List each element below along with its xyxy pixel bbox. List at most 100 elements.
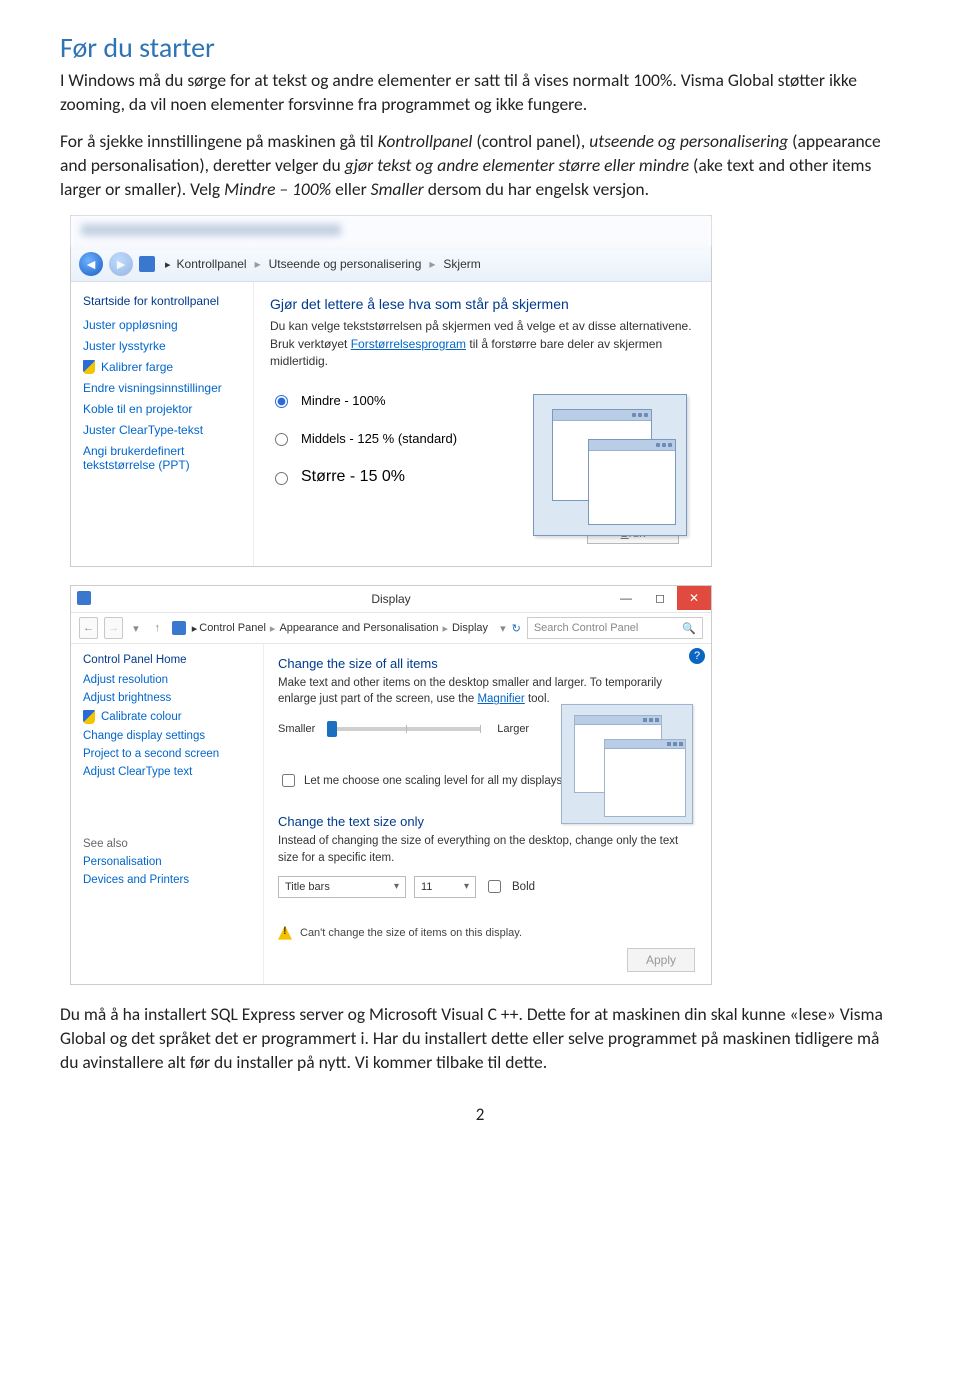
desc-a: Make text and other items on the desktop…: [278, 677, 662, 705]
bold-checkbox[interactable]: [488, 880, 501, 893]
forward-button[interactable]: ►: [109, 252, 133, 276]
see-also-item[interactable]: Personalisation: [83, 856, 253, 868]
radio-smaller[interactable]: [275, 395, 288, 408]
sidebar-item-label: Koble til en projektor: [83, 402, 192, 416]
minimize-button[interactable]: ―: [609, 586, 643, 610]
recent-dropdown-icon[interactable]: ▾: [133, 622, 139, 635]
forward-button[interactable]: →: [104, 617, 123, 639]
panel-title: Gjør det lettere å lese hva som står på …: [270, 296, 697, 312]
sidebar-item[interactable]: Change display settings: [83, 730, 253, 742]
crumb-1[interactable]: Kontrollpanel: [177, 257, 247, 271]
crumb-3[interactable]: Skjerm: [443, 257, 480, 271]
shield-icon: [83, 360, 95, 374]
address-bar: ◄ ► ▸ Kontrollpanel ▸ Utseende og person…: [71, 247, 711, 282]
p2-i5: Smaller: [371, 178, 424, 200]
sidebar-item-label: Kalibrer farge: [101, 360, 173, 374]
sidebar-item[interactable]: Koble til en projektor: [83, 402, 243, 416]
sidebar-item-label: Calibrate colour: [101, 711, 182, 723]
sidebar-item-label: Adjust ClearType text: [83, 766, 192, 778]
crumb-2[interactable]: Appearance and Personalisation: [279, 622, 438, 634]
magnifier-link[interactable]: Forstørrelsesprogram: [351, 337, 466, 351]
doc-para-3: Du må å ha installert SQL Express server…: [60, 1003, 900, 1074]
screenshot-display-en: Display ― ◻ ✕ ← → ▾ ↑ ▸ Control Panel ▸ …: [70, 585, 712, 985]
search-input[interactable]: Search Control Panel 🔍: [527, 617, 703, 639]
sidebar-item[interactable]: Calibrate colour: [83, 710, 253, 724]
sidebar-item[interactable]: Adjust resolution: [83, 674, 253, 686]
sidebar-head[interactable]: Control Panel Home: [83, 654, 253, 666]
control-panel-icon: [172, 621, 186, 635]
maximize-button[interactable]: ◻: [643, 586, 677, 610]
warning-icon: [278, 926, 292, 940]
radio-medium-label: Middels - 125 % (standard): [301, 431, 457, 446]
preview-box: [561, 704, 693, 824]
slider-label-large: Larger: [497, 723, 529, 735]
sidebar-item-label: Endre visningsinnstillinger: [83, 381, 222, 395]
see-also-item[interactable]: Devices and Printers: [83, 874, 253, 886]
close-button[interactable]: ✕: [677, 586, 711, 610]
back-button[interactable]: ←: [79, 617, 98, 639]
sidebar-item[interactable]: Juster oppløsning: [83, 318, 243, 332]
blurred-titlebar: [71, 216, 711, 247]
item-select[interactable]: Title bars: [278, 876, 406, 898]
sidebar-item-label: Adjust brightness: [83, 692, 171, 704]
per-display-checkbox[interactable]: [282, 774, 295, 787]
up-button[interactable]: ↑: [149, 618, 166, 638]
sidebar-item-label: Change display settings: [83, 730, 205, 742]
radio-medium[interactable]: [275, 433, 288, 446]
main-panel: ? Change the size of all items Make text…: [264, 644, 711, 984]
radio-smaller-label: Mindre - 100%: [301, 393, 386, 408]
section-desc-2: Instead of changing the size of everythi…: [278, 833, 697, 865]
sidebar-item[interactable]: Adjust brightness: [83, 692, 253, 704]
crumb-3[interactable]: Display: [452, 622, 488, 634]
magnifier-link[interactable]: Magnifier: [477, 693, 524, 705]
crumb-2[interactable]: Utseende og personalisering: [269, 257, 422, 271]
address-bar: ← → ▾ ↑ ▸ Control Panel ▸ Appearance and…: [71, 613, 711, 644]
size-select[interactable]: 11: [414, 876, 476, 898]
sidebar-item[interactable]: Kalibrer farge: [83, 360, 243, 374]
main-panel: Gjør det lettere å lese hva som står på …: [254, 282, 711, 566]
sidebar: Startside for kontrollpanel Juster opplø…: [71, 282, 254, 566]
see-also-label: See also: [83, 838, 253, 850]
refresh-icon[interactable]: ↻: [512, 622, 521, 635]
p2-i2: utseende og personalisering: [589, 130, 788, 152]
sidebar-head[interactable]: Startside for kontrollpanel: [83, 294, 243, 308]
p2-i4: Mindre – 100%: [224, 178, 331, 200]
sidebar-item[interactable]: Juster ClearType-tekst: [83, 423, 243, 437]
sidebar-item[interactable]: Project to a second screen: [83, 748, 253, 760]
back-button[interactable]: ◄: [79, 252, 103, 276]
sidebar-item-label: Devices and Printers: [83, 874, 189, 886]
sidebar-item[interactable]: Juster lysstyrke: [83, 339, 243, 353]
p2-e: eller: [331, 178, 370, 200]
sidebar-item-label: Adjust resolution: [83, 674, 168, 686]
control-panel-icon: [77, 591, 91, 605]
bold-label: Bold: [512, 881, 535, 893]
doc-para-2: For å sjekke innstillingene på maskinen …: [60, 130, 900, 201]
per-display-label: Let me choose one scaling level for all …: [304, 775, 562, 787]
sidebar-item[interactable]: Adjust ClearType text: [83, 766, 253, 778]
sidebar-item-label: Project to a second screen: [83, 748, 219, 760]
apply-button[interactable]: Apply: [627, 948, 695, 972]
window-title: Display: [371, 592, 410, 606]
desc-b: tool.: [525, 693, 550, 705]
sidebar-item[interactable]: Endre visningsinnstillinger: [83, 381, 243, 395]
p2-f: dersom du har engelsk versjon.: [424, 178, 649, 200]
window-titlebar: Display ― ◻ ✕: [71, 586, 711, 613]
crumb-1[interactable]: Control Panel: [199, 622, 266, 634]
sidebar-item-label: Juster oppløsning: [83, 318, 178, 332]
sidebar-item[interactable]: Angi brukerdefinert tekststørrelse (PPT): [83, 444, 243, 472]
search-icon: 🔍: [682, 622, 696, 635]
panel-desc: Du kan velge tekststørrelsen på skjermen…: [270, 318, 697, 370]
section-desc-1: Make text and other items on the desktop…: [278, 675, 697, 707]
screenshot-skjerm-no: ◄ ► ▸ Kontrollpanel ▸ Utseende og person…: [70, 215, 712, 567]
scale-slider[interactable]: [331, 727, 481, 731]
sidebar-item-label: Juster lysstyrke: [83, 339, 166, 353]
section-title-1: Change the size of all items: [278, 656, 697, 671]
shield-icon: [83, 710, 95, 724]
warning-text: Can't change the size of items on this d…: [300, 927, 522, 939]
slider-thumb[interactable]: [327, 721, 337, 737]
help-icon[interactable]: ?: [689, 648, 705, 664]
page-number: 2: [60, 1104, 900, 1125]
radio-larger[interactable]: [275, 472, 288, 485]
sidebar-item-label: Angi brukerdefinert tekststørrelse (PPT): [83, 444, 243, 472]
p2-i1: Kontrollpanel: [378, 130, 473, 152]
